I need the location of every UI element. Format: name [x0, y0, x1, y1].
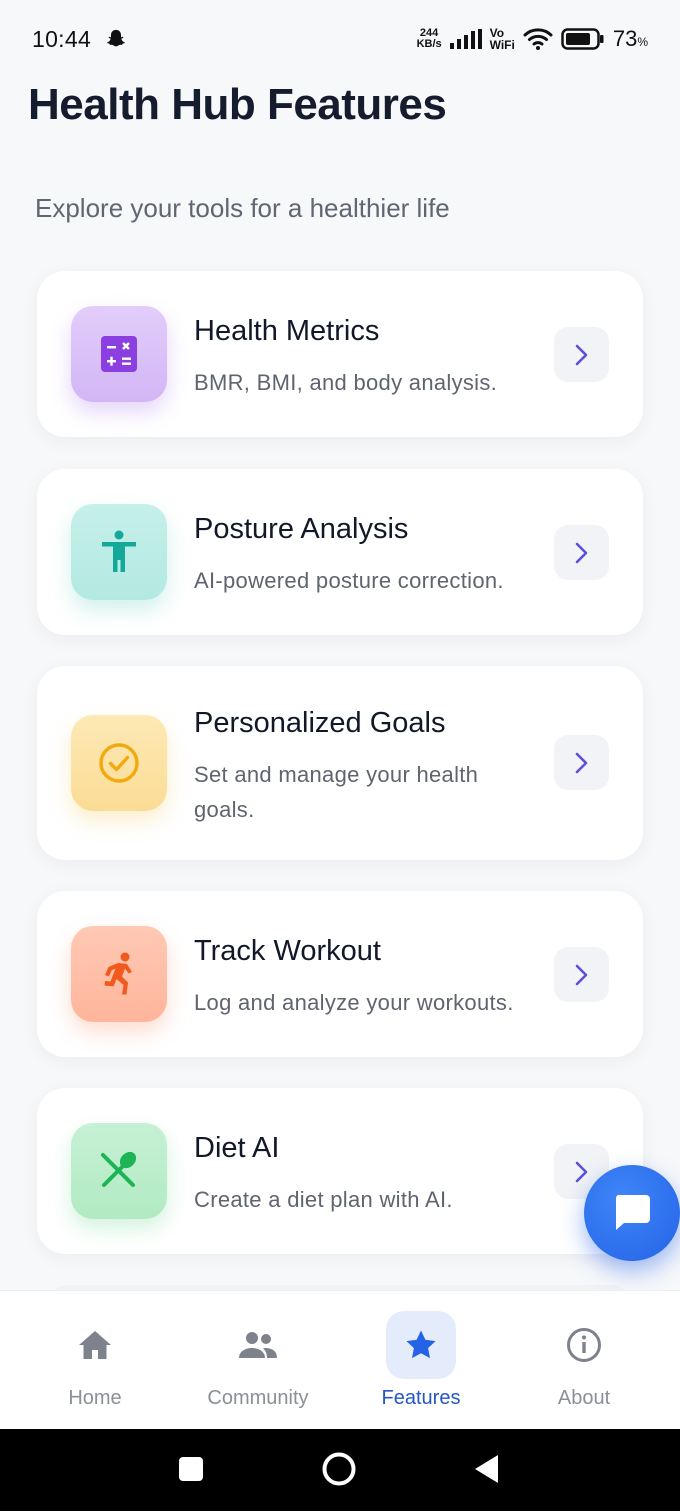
status-indicators: 244 KB/s Vo WiFi 73%: [417, 26, 648, 52]
calculator-icon: [101, 336, 137, 372]
feature-title: Personalized Goals: [194, 707, 446, 739]
feature-description: Set and manage your health goals.: [194, 762, 479, 822]
status-bar: 10:44 244 KB/s Vo WiFi 73%: [0, 0, 680, 78]
feature-title: Posture Analysis: [194, 513, 409, 545]
nav-item-features[interactable]: Features: [336, 1291, 506, 1430]
nav-icon-wrap: [549, 1311, 619, 1379]
feature-icon-wrap: [71, 715, 167, 811]
nav-item-community[interactable]: Community: [173, 1291, 343, 1430]
nav-item-home[interactable]: Home: [10, 1291, 180, 1430]
check-circle-icon: [99, 743, 139, 783]
nav-icon-wrap: [60, 1311, 130, 1379]
chevron-right-icon: [575, 542, 587, 563]
feature-card-diet-ai[interactable]: Diet AI Create a diet plan with AI.: [37, 1088, 643, 1254]
open-track-workout-button[interactable]: [554, 947, 609, 1002]
running-icon: [104, 952, 132, 995]
nav-icon-wrap: [386, 1311, 456, 1379]
feature-card-posture-analysis[interactable]: Posture Analysis AI-powered posture corr…: [37, 469, 643, 635]
feature-title: Track Workout: [194, 935, 381, 967]
feature-icon-wrap: [71, 504, 167, 600]
bottom-navigation: Home Community Features About: [0, 1290, 680, 1429]
feature-description: Create a diet plan with AI.: [194, 1187, 453, 1212]
feature-description: AI-powered posture correction.: [194, 568, 504, 593]
system-navigation-bar: [0, 1429, 680, 1511]
home-icon: [79, 1331, 111, 1359]
open-health-metrics-button[interactable]: [554, 327, 609, 382]
star-icon: [406, 1330, 436, 1359]
accessibility-icon: [102, 530, 136, 572]
back-button[interactable]: [474, 1454, 500, 1484]
page-title: Health Hub Features: [28, 80, 447, 129]
feature-icon-wrap: [71, 926, 167, 1022]
info-icon: [567, 1328, 601, 1362]
nav-label: Community: [207, 1387, 309, 1409]
status-time: 10:44: [32, 25, 92, 52]
feature-card-track-workout[interactable]: Track Workout Log and analyze your worko…: [37, 891, 643, 1057]
battery-percent: 73%: [612, 26, 648, 51]
open-personalized-goals-button[interactable]: [554, 735, 609, 790]
feature-title: Health Metrics: [194, 315, 380, 347]
nav-icon-wrap: [223, 1311, 293, 1379]
utensils-icon: [101, 1151, 137, 1187]
feature-description: Log and analyze your workouts.: [194, 990, 514, 1015]
nav-label: About: [557, 1387, 611, 1409]
home-system-button[interactable]: [321, 1451, 357, 1487]
feature-title: Diet AI: [194, 1132, 280, 1164]
feature-icon-wrap: [71, 1123, 167, 1219]
nav-item-about[interactable]: About: [499, 1291, 669, 1430]
chevron-right-icon: [575, 344, 587, 365]
chat-fab-button[interactable]: [584, 1165, 680, 1261]
network-speed: 244 KB/s: [416, 27, 442, 50]
nav-label: Features: [381, 1387, 461, 1409]
recents-button[interactable]: [178, 1456, 204, 1482]
signal-icon: [449, 29, 482, 49]
page-subtitle: Explore your tools for a healthier life: [35, 193, 450, 223]
chevron-right-icon: [575, 752, 587, 773]
feature-icon-wrap: [71, 306, 167, 402]
vowifi-indicator: Vo WiFi: [489, 26, 515, 52]
feature-card-health-metrics[interactable]: Health Metrics BMR, BMI, and body analys…: [37, 271, 643, 437]
feature-description: BMR, BMI, and body analysis.: [194, 370, 498, 395]
feature-card-personalized-goals[interactable]: Personalized Goals Set and manage your h…: [37, 666, 643, 860]
battery-icon: [561, 28, 604, 50]
wifi-icon: [523, 28, 553, 50]
nav-label: Home: [68, 1387, 122, 1409]
chevron-right-icon: [575, 1161, 587, 1182]
snapchat-ghost-icon: [107, 29, 126, 47]
chevron-right-icon: [575, 964, 587, 985]
people-icon: [239, 1332, 277, 1358]
chat-bubble-icon: [615, 1195, 650, 1230]
open-posture-analysis-button[interactable]: [554, 525, 609, 580]
